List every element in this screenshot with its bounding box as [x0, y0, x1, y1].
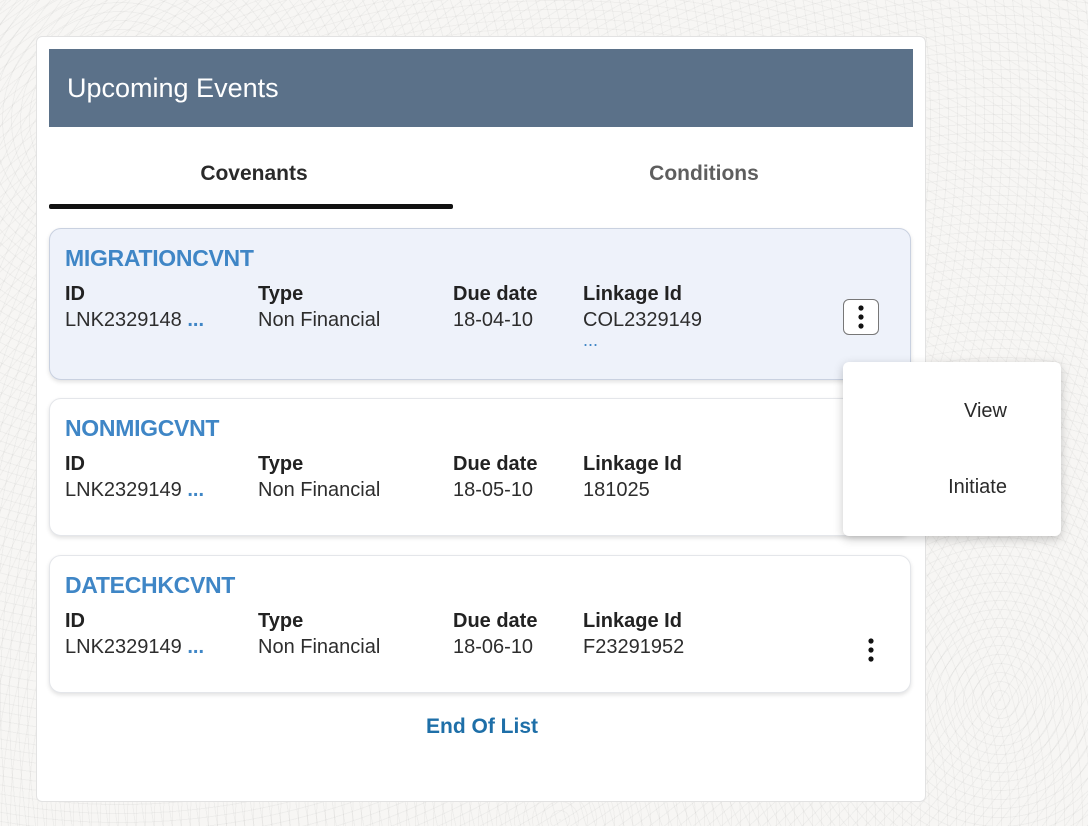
linkage-id-value: F23291952 — [583, 636, 685, 658]
id-column: ID LNK2329149 ... — [65, 608, 204, 660]
type-column: Type Non Financial — [258, 281, 380, 333]
due-date-column: Due date 18-05-10 — [453, 451, 537, 503]
covenant-card[interactable]: MIGRATIONCVNT ID LNK2329148 ... Type Non… — [49, 228, 911, 380]
panel-title: Upcoming Events — [49, 49, 913, 127]
linkage-id-label: Linkage Id — [583, 453, 682, 475]
linkage-id-value: COL2329149 — [583, 309, 702, 331]
id-label: ID — [65, 283, 85, 305]
linkage-id-label: Linkage Id — [583, 610, 682, 632]
id-expand-ellipsis[interactable]: ... — [187, 636, 204, 658]
end-of-list-link[interactable]: End Of List — [37, 715, 927, 739]
linkage-id-column: Linkage Id 181025 — [583, 451, 682, 503]
linkage-id-label: Linkage Id — [583, 283, 682, 305]
id-value: LNK2329149 — [65, 479, 182, 501]
context-menu: View Initiate — [843, 362, 1061, 536]
covenant-name[interactable]: DATECHKCVNT — [65, 572, 235, 599]
tab-conditions[interactable]: Conditions — [499, 145, 909, 211]
id-expand-ellipsis[interactable]: ... — [187, 309, 204, 331]
type-label: Type — [258, 283, 304, 305]
menu-item-initiate[interactable]: Initiate — [843, 476, 1061, 499]
linkage-id-column: Linkage Id COL2329149 ... — [583, 281, 702, 351]
due-date-label: Due date — [453, 283, 538, 305]
covenant-name[interactable]: MIGRATIONCVNT — [65, 245, 254, 272]
kebab-menu-icon[interactable] — [853, 632, 889, 668]
linkage-more-ellipsis[interactable]: ... — [583, 331, 702, 351]
id-label: ID — [65, 610, 85, 632]
type-value: Non Financial — [258, 309, 381, 331]
covenant-card[interactable]: DATECHKCVNT ID LNK2329149 ... Type Non F… — [49, 555, 911, 693]
tab-covenants[interactable]: Covenants — [49, 145, 459, 211]
type-column: Type Non Financial — [258, 608, 380, 660]
type-label: Type — [258, 610, 304, 632]
upcoming-events-panel: Upcoming Events Covenants Conditions MIG… — [36, 36, 926, 802]
type-value: Non Financial — [258, 636, 381, 658]
linkage-id-column: Linkage Id F23291952 — [583, 608, 684, 660]
due-date-value: 18-06-10 — [453, 636, 534, 658]
type-label: Type — [258, 453, 304, 475]
type-value: Non Financial — [258, 479, 381, 501]
kebab-menu-icon[interactable] — [843, 299, 879, 335]
due-date-column: Due date 18-06-10 — [453, 608, 537, 660]
due-date-label: Due date — [453, 453, 538, 475]
type-column: Type Non Financial — [258, 451, 380, 503]
due-date-value: 18-04-10 — [453, 309, 534, 331]
menu-item-view[interactable]: View — [843, 400, 1061, 423]
covenant-name[interactable]: NONMIGCVNT — [65, 415, 219, 442]
id-label: ID — [65, 453, 85, 475]
id-column: ID LNK2329148 ... — [65, 281, 204, 333]
id-expand-ellipsis[interactable]: ... — [187, 479, 204, 501]
id-value: LNK2329148 — [65, 309, 182, 331]
due-date-label: Due date — [453, 610, 538, 632]
id-column: ID LNK2329149 ... — [65, 451, 204, 503]
tab-bar: Covenants Conditions — [49, 145, 913, 211]
covenant-card[interactable]: NONMIGCVNT ID LNK2329149 ... Type Non Fi… — [49, 398, 911, 536]
active-tab-indicator — [49, 204, 453, 209]
linkage-id-value: 181025 — [583, 479, 650, 501]
due-date-column: Due date 18-04-10 — [453, 281, 537, 333]
due-date-value: 18-05-10 — [453, 479, 534, 501]
id-value: LNK2329149 — [65, 636, 182, 658]
